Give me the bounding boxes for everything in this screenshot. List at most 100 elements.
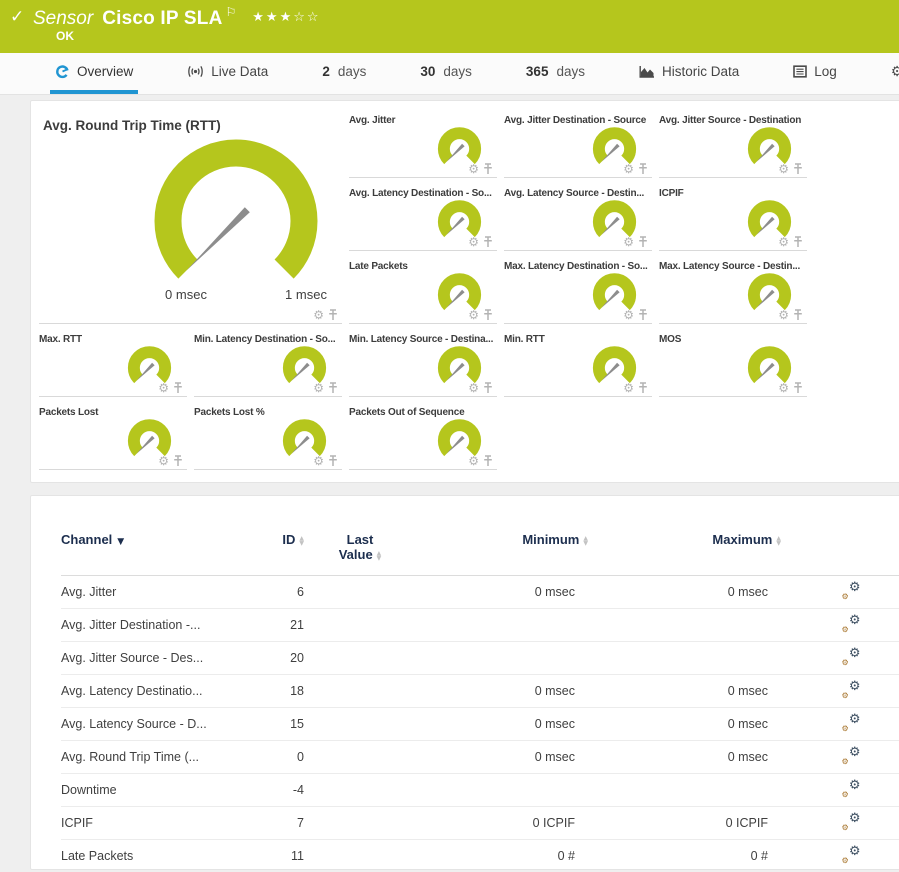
pin-icon[interactable]: [793, 382, 803, 394]
gauge-tile[interactable]: Avg. Latency Destination - So... ⚙: [349, 184, 497, 251]
tab-live-data[interactable]: Live Data: [182, 53, 273, 94]
gauge-tile-rtt[interactable]: Avg. Round Trip Time (RTT) 0 msec 1 msec…: [39, 111, 342, 324]
gauge-tile[interactable]: Min. Latency Destination - So... ⚙: [194, 330, 342, 397]
gauge-title: Avg. Round Trip Time (RTT): [39, 111, 342, 133]
tab-label: Overview: [77, 64, 133, 79]
gauge-tile[interactable]: Min. RTT ⚙: [504, 330, 652, 397]
gauge-grid: Avg. Round Trip Time (RTT) 0 msec 1 msec…: [39, 111, 899, 470]
pin-icon[interactable]: [793, 163, 803, 175]
flag-icon[interactable]: ⚐: [226, 5, 237, 19]
tab-historic-data[interactable]: Historic Data: [634, 53, 744, 94]
channel-row: Avg. Jitter 6 0 msec 0 msec ⚙ ⚙: [61, 576, 899, 609]
gauge-tile[interactable]: Max. Latency Source - Destin... ⚙: [659, 257, 807, 324]
pin-icon[interactable]: [328, 309, 338, 321]
channel-settings-icon[interactable]: ⚙ ⚙: [842, 846, 861, 863]
gear-icon[interactable]: ⚙: [313, 309, 324, 321]
channel-name: Avg. Latency Destinatio...: [61, 675, 246, 708]
pin-icon[interactable]: [483, 236, 493, 248]
tab-label: Historic Data: [662, 64, 739, 79]
gauge-tile[interactable]: ICPIF ⚙: [659, 184, 807, 251]
pin-icon[interactable]: [173, 382, 183, 394]
channel-settings-icon[interactable]: ⚙ ⚙: [842, 648, 861, 665]
channel-maximum: 0 msec: [588, 576, 781, 609]
channel-last-value: [304, 609, 416, 642]
channel-settings-icon[interactable]: ⚙ ⚙: [842, 681, 861, 698]
tab-30-days[interactable]: 30 days: [415, 53, 477, 94]
gear-icon[interactable]: ⚙: [623, 309, 634, 321]
gear-icon[interactable]: ⚙: [313, 455, 324, 467]
tab-overview[interactable]: Overview: [50, 53, 138, 94]
pin-icon[interactable]: [483, 309, 493, 321]
gear-icon[interactable]: ⚙: [158, 455, 169, 467]
gauge-tile[interactable]: Avg. Jitter Source - Destination ⚙: [659, 111, 807, 178]
channel-settings-icon[interactable]: ⚙ ⚙: [842, 780, 861, 797]
gear-icon[interactable]: ⚙: [468, 455, 479, 467]
gear-icon[interactable]: ⚙: [468, 309, 479, 321]
pin-icon[interactable]: [793, 236, 803, 248]
gauge-tile[interactable]: Avg. Jitter ⚙: [349, 111, 497, 178]
column-header-id[interactable]: ID▲▼: [246, 532, 304, 576]
pin-icon[interactable]: [173, 455, 183, 467]
gear-icon[interactable]: ⚙: [468, 236, 479, 248]
gear-icon[interactable]: ⚙: [468, 163, 479, 175]
gear-icon[interactable]: ⚙: [778, 236, 789, 248]
pin-icon[interactable]: [638, 309, 648, 321]
pin-icon[interactable]: [483, 163, 493, 175]
gauges-panel: Avg. Round Trip Time (RTT) 0 msec 1 msec…: [30, 100, 899, 483]
pin-icon[interactable]: [638, 163, 648, 175]
gear-icon[interactable]: ⚙: [623, 163, 634, 175]
gauge-tile[interactable]: Max. RTT ⚙: [39, 330, 187, 397]
pin-icon[interactable]: [793, 309, 803, 321]
gear-icon[interactable]: ⚙: [623, 236, 634, 248]
gauge-tile[interactable]: MOS ⚙: [659, 330, 807, 397]
channel-row: Avg. Round Trip Time (... 0 0 msec 0 mse…: [61, 741, 899, 774]
priority-stars[interactable]: ★★★☆☆: [252, 10, 320, 25]
gauge-tile[interactable]: Packets Lost ⚙: [39, 403, 187, 470]
column-header-channel[interactable]: Channel▼: [61, 532, 246, 576]
column-header-maximum[interactable]: Maximum▲▼: [588, 532, 781, 576]
channel-id: 15: [246, 708, 304, 741]
gauge-tile[interactable]: Min. Latency Source - Destina... ⚙: [349, 330, 497, 397]
tab-2-days[interactable]: 2 days: [317, 53, 371, 94]
channel-last-value: [304, 807, 416, 840]
channel-row: Late Packets 11 0 # 0 # ⚙ ⚙: [61, 840, 899, 872]
channel-last-value: [304, 675, 416, 708]
tab-label: Log: [814, 64, 837, 79]
gauge-max-label: 1 msec: [285, 287, 327, 302]
pin-icon[interactable]: [483, 382, 493, 394]
column-header-actions: [781, 532, 899, 576]
gauge-tile[interactable]: Late Packets ⚙: [349, 257, 497, 324]
gauge-tile[interactable]: Packets Out of Sequence ⚙: [349, 403, 497, 470]
channel-maximum: [588, 642, 781, 675]
channel-maximum: 0 #: [588, 840, 781, 872]
column-header-minimum[interactable]: Minimum▲▼: [416, 532, 588, 576]
gear-icon[interactable]: ⚙: [778, 163, 789, 175]
channel-settings-icon[interactable]: ⚙ ⚙: [842, 582, 861, 599]
tab-settings[interactable]: ⚙ Settings: [886, 53, 899, 94]
pin-icon[interactable]: [328, 455, 338, 467]
gauge-tile[interactable]: Max. Latency Destination - So... ⚙: [504, 257, 652, 324]
gear-icon[interactable]: ⚙: [623, 382, 634, 394]
gear-icon[interactable]: ⚙: [778, 309, 789, 321]
gauge-tile[interactable]: Packets Lost % ⚙: [194, 403, 342, 470]
pin-icon[interactable]: [638, 382, 648, 394]
channel-settings-icon[interactable]: ⚙ ⚙: [842, 615, 861, 632]
gauge-tile[interactable]: Avg. Latency Source - Destin... ⚙: [504, 184, 652, 251]
channel-settings-icon[interactable]: ⚙ ⚙: [842, 813, 861, 830]
pin-icon[interactable]: [638, 236, 648, 248]
tab-365-days[interactable]: 365 days: [521, 53, 590, 94]
gear-icon[interactable]: ⚙: [778, 382, 789, 394]
column-header-last-value[interactable]: Last Value▲▼: [304, 532, 416, 576]
gear-icon[interactable]: ⚙: [468, 382, 479, 394]
pin-icon[interactable]: [483, 455, 493, 467]
gear-icon[interactable]: ⚙: [158, 382, 169, 394]
channel-settings-icon[interactable]: ⚙ ⚙: [842, 714, 861, 731]
gear-icon: ⚙: [891, 65, 899, 79]
gauge-tile[interactable]: Avg. Jitter Destination - Source ⚙: [504, 111, 652, 178]
channel-minimum: 0 msec: [416, 675, 588, 708]
pin-icon[interactable]: [328, 382, 338, 394]
channels-table: Channel▼ ID▲▼ Last Value▲▼ Minimum▲▼ Max…: [61, 532, 899, 872]
channel-settings-icon[interactable]: ⚙ ⚙: [842, 747, 861, 764]
tab-log[interactable]: Log: [788, 53, 842, 94]
gear-icon[interactable]: ⚙: [313, 382, 324, 394]
